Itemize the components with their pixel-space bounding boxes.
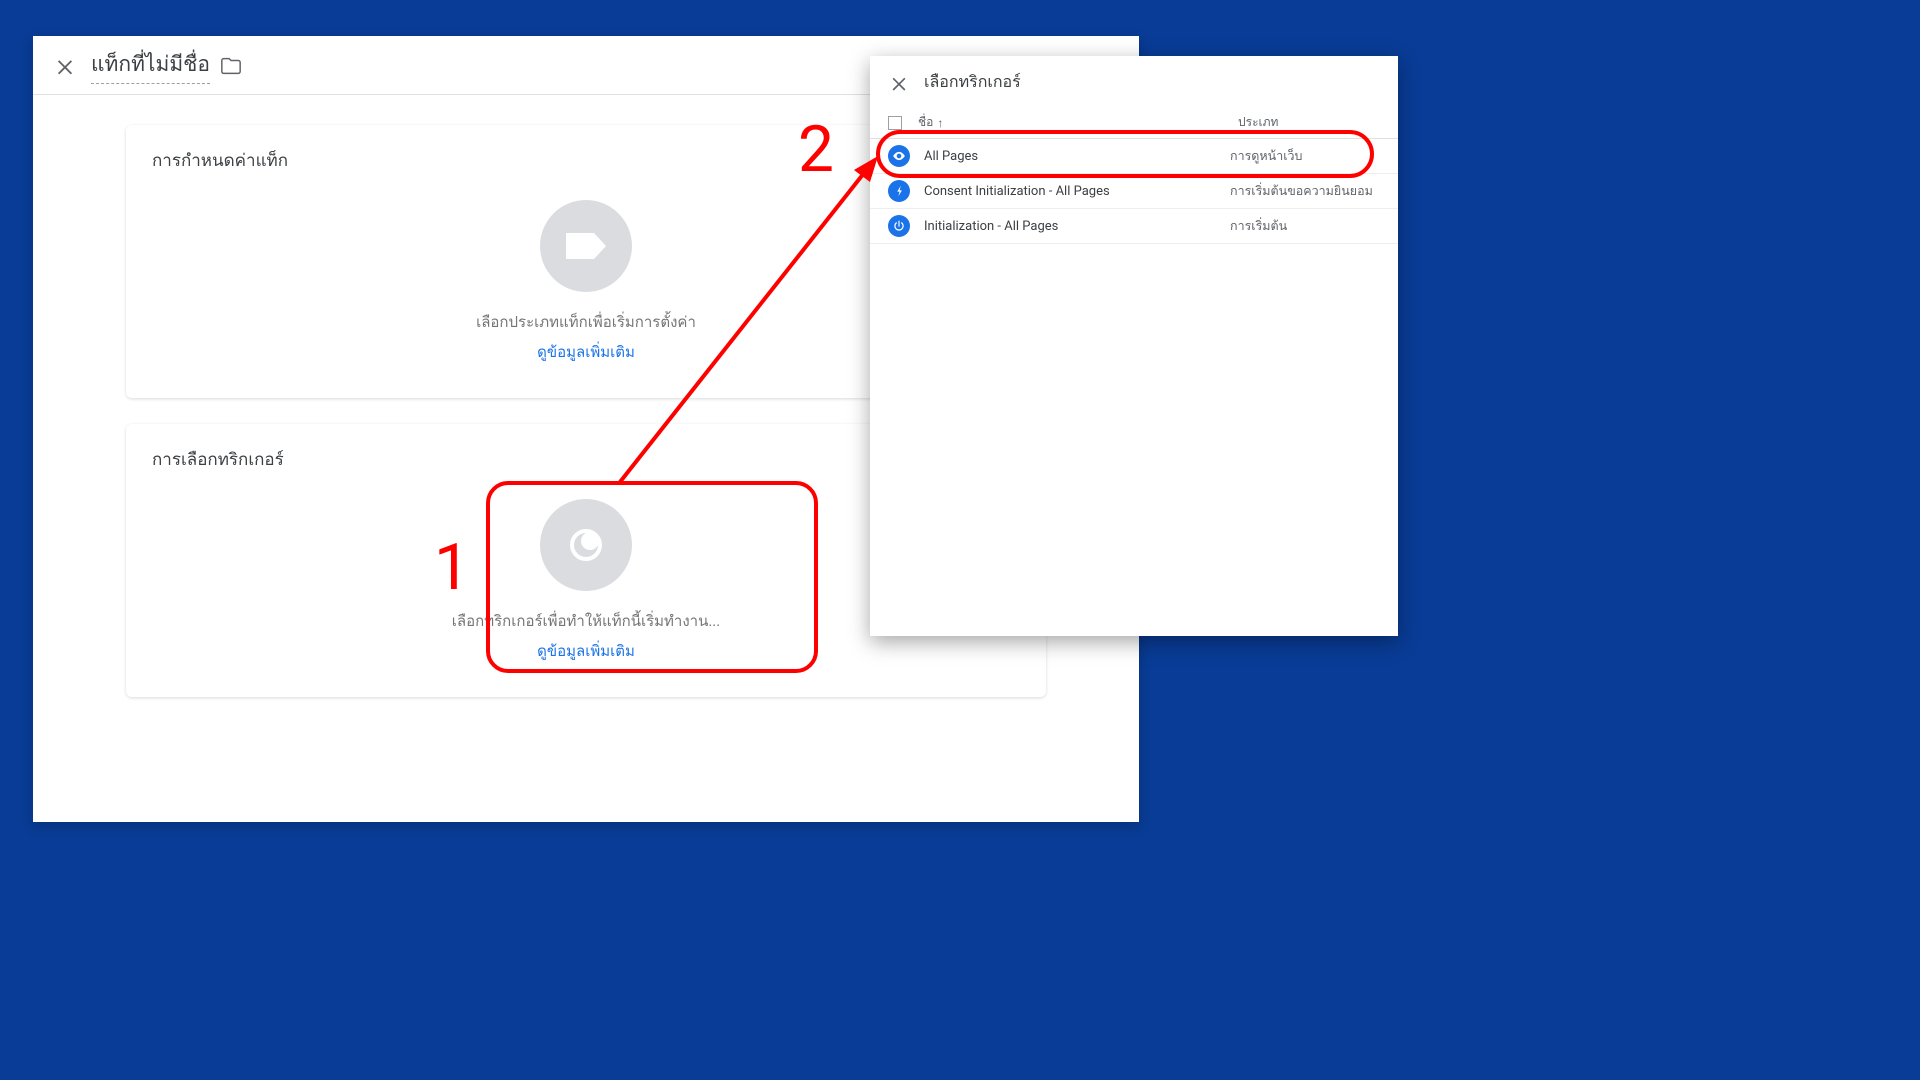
trigger-icon xyxy=(540,499,632,591)
trigger-select-empty-text: เลือกทริกเกอร์เพื่อทำให้แท็กนี้เริ่มทำงา… xyxy=(452,609,720,633)
tag-type-icon xyxy=(540,200,632,292)
trigger-learn-more-link[interactable]: ดูข้อมูลเพิ่มเติม xyxy=(537,639,635,663)
col-name-header[interactable]: ชื่อ ↑ xyxy=(918,113,1238,132)
trigger-table-head: ชื่อ ↑ ประเภท xyxy=(870,109,1398,139)
tag-config-learn-more-link[interactable]: ดูข้อมูลเพิ่มเติม xyxy=(537,340,635,364)
trigger-row-all-pages[interactable]: All Pages การดูหน้าเว็บ xyxy=(870,139,1398,174)
trigger-name: Initialization - All Pages xyxy=(924,219,1230,234)
choose-trigger-header: เลือกทริกเกอร์ xyxy=(870,56,1398,109)
trigger-name: All Pages xyxy=(924,149,1230,164)
pageview-icon xyxy=(888,145,910,167)
trigger-row-initialization[interactable]: Initialization - All Pages การเริ่มต้น xyxy=(870,209,1398,244)
close-icon[interactable] xyxy=(888,72,910,94)
trigger-type: การดูหน้าเว็บ xyxy=(1230,146,1380,166)
sort-asc-icon: ↑ xyxy=(937,116,943,130)
tag-name-input[interactable]: แท็กที่ไม่มีชื่อ xyxy=(91,48,210,84)
tag-config-empty-text: เลือกประเภทแท็กเพื่อเริ่มการตั้งค่า xyxy=(476,310,696,334)
trigger-name: Consent Initialization - All Pages xyxy=(924,184,1230,199)
close-icon[interactable] xyxy=(53,54,77,78)
col-type-header[interactable]: ประเภท xyxy=(1238,113,1380,132)
select-all-checkbox[interactable] xyxy=(888,116,902,130)
col-name-label: ชื่อ xyxy=(918,113,933,132)
trigger-type: การเริ่มต้น xyxy=(1230,216,1380,236)
trigger-row-consent-init[interactable]: Consent Initialization - All Pages การเร… xyxy=(870,174,1398,209)
folder-icon[interactable] xyxy=(220,55,242,77)
trigger-type: การเริ่มต้นขอความยินยอม xyxy=(1230,181,1380,201)
choose-trigger-title: เลือกทริกเกอร์ xyxy=(924,70,1021,95)
consent-init-icon xyxy=(888,180,910,202)
initialization-icon xyxy=(888,215,910,237)
choose-trigger-panel: เลือกทริกเกอร์ ชื่อ ↑ ประเภท All Pages ก… xyxy=(870,56,1398,636)
